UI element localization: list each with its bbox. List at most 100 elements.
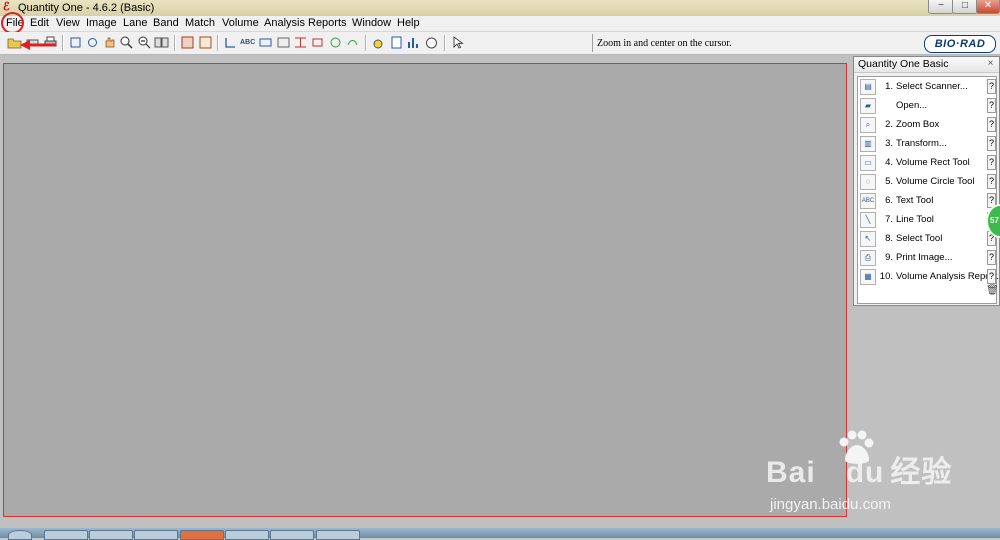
text-tool-icon[interactable]: ABC	[240, 35, 255, 50]
watermark-brand-cn: 经验	[890, 456, 953, 489]
invert-icon[interactable]	[180, 35, 195, 50]
analysis-icon[interactable]	[371, 35, 386, 50]
help-button[interactable]: ?	[987, 117, 996, 132]
text-tool-icon: ABC	[860, 193, 876, 209]
density-icon[interactable]	[198, 35, 213, 50]
zoom-in-icon[interactable]	[119, 35, 134, 50]
help-button[interactable]: ?	[987, 250, 996, 265]
volume-rect-icon[interactable]	[310, 35, 325, 50]
item-label: Zoom Box	[896, 119, 940, 130]
bio-rad-logo: BIO·RAD	[924, 35, 996, 53]
status-text: Zoom in and center on the cursor.	[597, 38, 732, 49]
start-button[interactable]	[8, 530, 32, 540]
help-button[interactable]: ?	[987, 174, 996, 189]
match-icon[interactable]	[293, 35, 308, 50]
item-label: Select Tool	[896, 233, 943, 244]
panel-close-button[interactable]: ×	[984, 58, 997, 70]
panel-item-volume-rect-tool[interactable]: ▭ 4. Volume Rect Tool ?	[858, 154, 997, 173]
watermark-url: jingyan.baidu.com	[770, 496, 891, 513]
report-icon[interactable]	[389, 35, 404, 50]
taskbar-app-7[interactable]	[316, 530, 360, 540]
print-icon: ⎙	[860, 250, 876, 266]
menu-image[interactable]: Image	[85, 17, 118, 30]
panel-item-open[interactable]: ▰ Open... ?	[858, 97, 997, 116]
crop-icon[interactable]	[68, 35, 83, 50]
item-label: Volume Circle Tool	[896, 176, 975, 187]
panel-item-list: ▤ 1. Select Scanner... ? ▰ Open... ? ⌕ 2…	[857, 76, 1000, 304]
menu-lane[interactable]: Lane	[122, 17, 148, 30]
zoom-box-icon: ⌕	[860, 117, 876, 133]
watermark-brand-part1: Bai	[766, 456, 816, 489]
minimize-button[interactable]: −	[928, 0, 954, 14]
menu-view[interactable]: View	[55, 17, 81, 30]
menu-reports[interactable]: Reports	[307, 17, 348, 30]
taskbar-app-active[interactable]	[180, 530, 224, 540]
item-number: 6.	[885, 195, 893, 206]
help-button[interactable]: ?	[987, 269, 996, 284]
menu-window[interactable]: Window	[351, 17, 392, 30]
taskbar-app-5[interactable]	[225, 530, 269, 540]
panel-item-volume-analysis-report[interactable]: ▦ 10. Volume Analysis Report... ?	[858, 268, 1000, 287]
panel-item-transform[interactable]: ▥ 3. Transform... ?	[858, 135, 997, 154]
lane-frame-icon[interactable]	[258, 35, 273, 50]
menu-help[interactable]: Help	[396, 17, 421, 30]
volume-freehand-icon[interactable]	[345, 35, 360, 50]
trash-icon[interactable]: 🗑	[986, 285, 999, 296]
item-number: 2.	[885, 119, 893, 130]
help-button[interactable]: ?	[987, 98, 996, 113]
hand-pan-icon[interactable]	[102, 35, 117, 50]
volume-rect-icon: ▭	[860, 155, 876, 171]
panel-item-select-scanner[interactable]: ▤ 1. Select Scanner... ?	[858, 78, 997, 97]
stats-icon[interactable]	[406, 35, 421, 50]
panel-item-select-tool[interactable]: ↖ 8. Select Tool ?	[858, 230, 997, 249]
menu-band[interactable]: Band	[152, 17, 180, 30]
taskbar	[0, 528, 1000, 540]
maximize-button[interactable]: □	[952, 0, 978, 14]
band-icon[interactable]	[276, 35, 291, 50]
help-button[interactable]: ?	[987, 136, 996, 151]
panel-item-zoom-box[interactable]: ⌕ 2. Zoom Box ?	[858, 116, 997, 135]
item-label: Line Tool	[896, 214, 934, 225]
taskbar-app-2[interactable]	[89, 530, 133, 540]
item-number: 9.	[885, 252, 893, 263]
image-canvas[interactable]	[3, 63, 847, 517]
item-label: Open...	[896, 100, 928, 111]
panel-item-line-tool[interactable]: ╲ 7. Line Tool ?	[858, 211, 997, 230]
compare-icon[interactable]	[154, 35, 169, 50]
taskbar-app-6[interactable]	[270, 530, 314, 540]
item-number: 4.	[885, 157, 893, 168]
transform-icon: ▥	[860, 136, 876, 152]
menu-edit[interactable]: Edit	[29, 17, 50, 30]
panel-item-text-tool[interactable]: ABC 6. Text Tool ?	[858, 192, 997, 211]
window-title: Quantity One - 4.6.2 (Basic)	[18, 2, 155, 14]
grab-icon[interactable]	[85, 35, 100, 50]
title-bar: ℰ Quantity One - 4.6.2 (Basic) − □ ✕	[0, 0, 1000, 16]
item-label: Print Image...	[896, 252, 953, 263]
volume-circle-icon[interactable]	[328, 35, 343, 50]
help-button[interactable]: ?	[987, 79, 996, 94]
item-label: Volume Rect Tool	[896, 157, 970, 168]
zoom-out-icon[interactable]	[137, 35, 152, 50]
panel-item-print-image[interactable]: ⎙ 9. Print Image... ?	[858, 249, 997, 268]
select-arrow-icon[interactable]	[450, 35, 465, 50]
taskbar-app-3[interactable]	[134, 530, 178, 540]
menu-match[interactable]: Match	[184, 17, 216, 30]
close-button[interactable]: ✕	[976, 0, 1000, 14]
select-arrow-icon: ↖	[860, 231, 876, 247]
panel-title-bar: Quantity One Basic ×	[854, 57, 999, 73]
taskbar-app-1[interactable]	[44, 530, 88, 540]
help-button[interactable]: ?	[987, 155, 996, 170]
volume-circle-icon: ◌	[860, 174, 876, 190]
item-number: 1.	[885, 81, 893, 92]
item-number: 5.	[885, 176, 893, 187]
menu-analysis[interactable]: Analysis	[263, 17, 306, 30]
panel-item-volume-circle-tool[interactable]: ◌ 5. Volume Circle Tool ?	[858, 173, 997, 192]
item-number: 10.	[879, 271, 893, 282]
transform-icon[interactable]	[223, 35, 238, 50]
menu-volume[interactable]: Volume	[221, 17, 260, 30]
watermark-brand: Bai du 经验	[766, 447, 952, 491]
file-menu-highlight-circle	[1, 12, 24, 34]
timer-icon[interactable]	[424, 35, 439, 50]
open-folder-icon: ▰	[860, 98, 876, 114]
toolbar: ABC Zoom in and center on the cursor. BI…	[0, 32, 1000, 55]
